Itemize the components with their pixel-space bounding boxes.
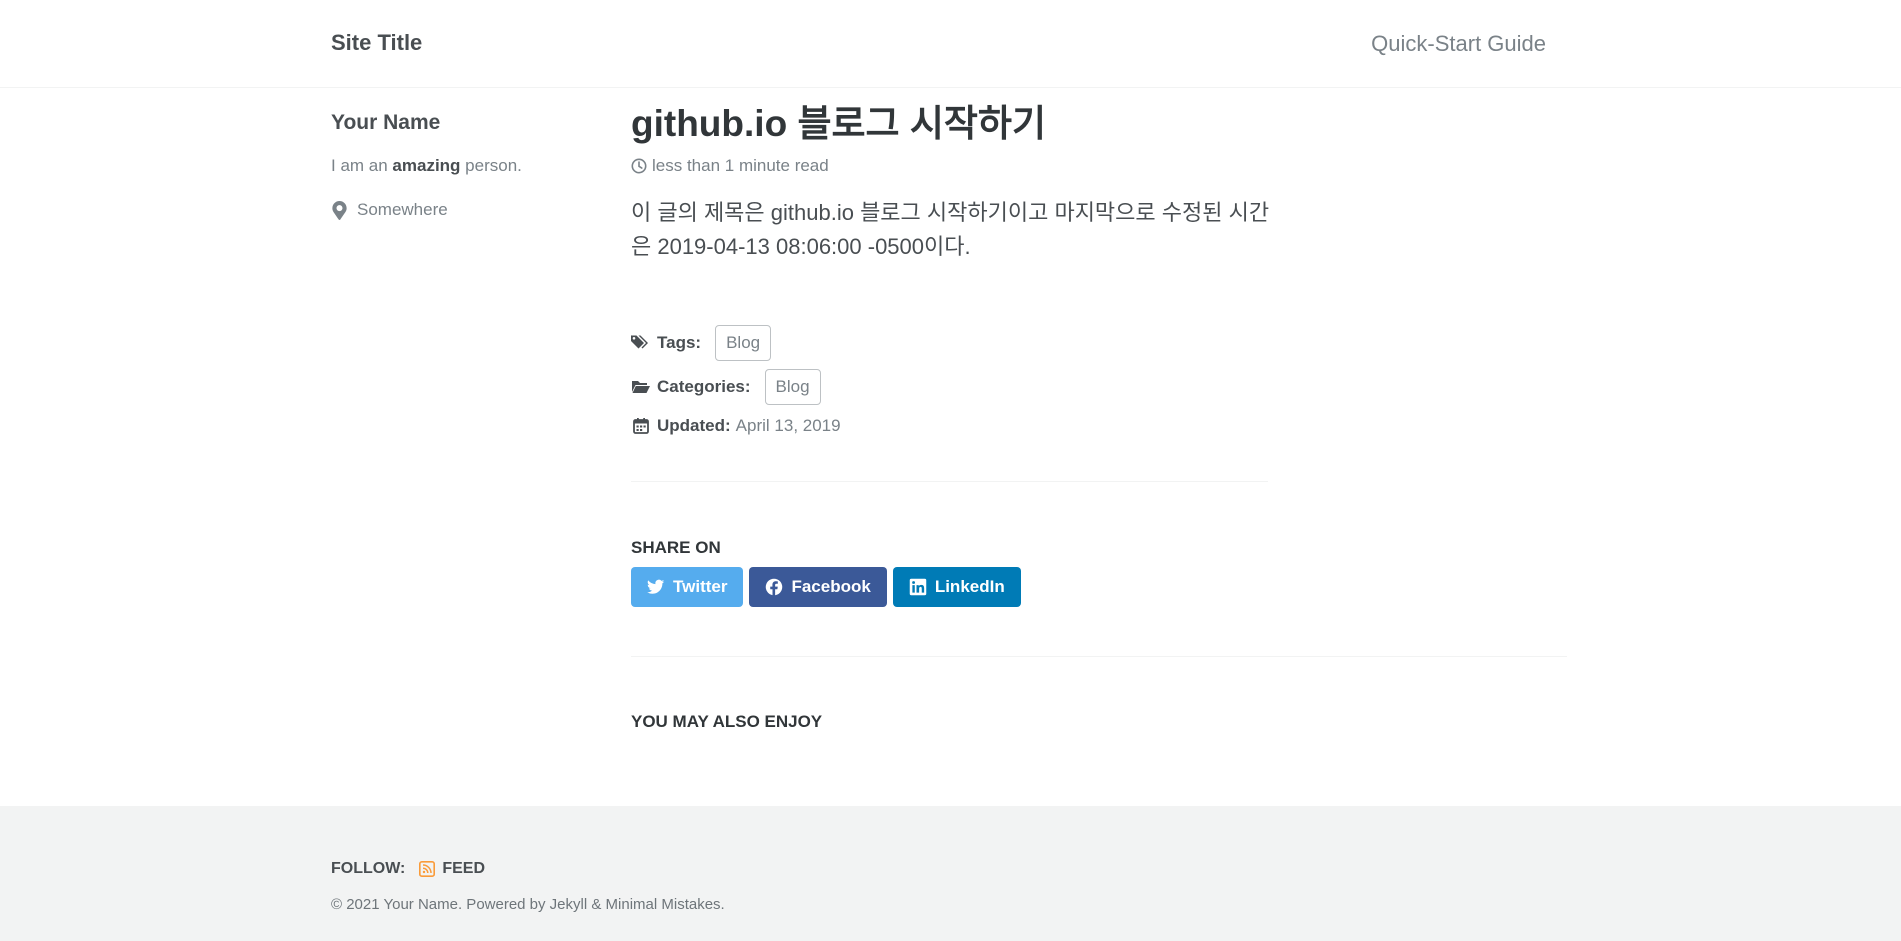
updated-row: Updated: April 13, 2019	[631, 416, 841, 436]
categories-label: Categories:	[657, 377, 751, 396]
nav-link-quick-start[interactable]: Quick-Start Guide	[1371, 31, 1546, 57]
facebook-icon	[766, 578, 783, 596]
bio-emphasis: amazing	[392, 156, 461, 175]
rss-icon	[419, 861, 436, 877]
content-divider	[631, 481, 1268, 482]
follow-section: FOLLOW: FEED	[331, 860, 485, 878]
twitter-icon	[647, 579, 665, 594]
share-twitter-label: Twitter	[673, 577, 728, 596]
clock-icon	[631, 158, 647, 174]
masthead: Site Title Quick-Start Guide	[0, 0, 1901, 88]
post-body: 이 글의 제목은 github.io 블로그 시작하기이고 마지막으로 수정된 …	[631, 200, 1270, 259]
author-name: Your Name	[331, 111, 441, 134]
share-title: SHARE ON	[631, 538, 721, 557]
share-linkedin-button[interactable]: LinkedIn	[892, 567, 1021, 607]
author-location: Somewhere	[331, 200, 448, 220]
updated-date: April 13, 2019	[735, 416, 841, 435]
share-facebook-button[interactable]: Facebook	[749, 567, 887, 607]
copyright: © 2021 Your Name. Powered by Jekyll & Mi…	[331, 896, 725, 913]
category-blog[interactable]: Blog	[764, 369, 821, 405]
tags-icon	[631, 335, 648, 349]
site-title-link[interactable]: Site Title	[331, 30, 422, 56]
location-text: Somewhere	[357, 200, 448, 219]
share-twitter-button[interactable]: Twitter	[631, 567, 744, 607]
map-marker-icon	[332, 200, 347, 220]
page-footer: FOLLOW: FEED © 2021 Your Name. Powered b…	[0, 806, 1901, 941]
share-linkedin-label: LinkedIn	[934, 577, 1005, 596]
updated-label: Updated:	[657, 416, 731, 435]
bio-prefix: I am an	[331, 156, 393, 175]
tag-blog[interactable]: Blog	[715, 325, 772, 361]
bio-suffix: person.	[460, 156, 522, 175]
follow-label: FOLLOW:	[331, 860, 406, 877]
categories-row: Categories: Blog	[631, 369, 821, 405]
related-title: YOU MAY ALSO ENJOY	[631, 712, 823, 731]
linkedin-icon	[909, 578, 927, 596]
folder-open-icon	[632, 381, 650, 393]
read-time-text: less than 1 minute read	[652, 156, 829, 175]
feed-link[interactable]: FEED	[405, 860, 485, 878]
calendar-icon	[633, 418, 649, 434]
author-bio: I am an amazing person.	[331, 156, 522, 176]
tags-row: Tags: Blog	[631, 325, 772, 361]
share-buttons: Twitter Facebook LinkedIn	[631, 567, 1021, 607]
post-title: github.io 블로그 시작하기	[631, 103, 1047, 144]
tags-label: Tags:	[657, 333, 702, 352]
related-divider	[631, 656, 1567, 657]
feed-label: FEED	[442, 860, 486, 877]
share-facebook-label: Facebook	[791, 577, 871, 596]
read-time: less than 1 minute read	[631, 156, 829, 176]
